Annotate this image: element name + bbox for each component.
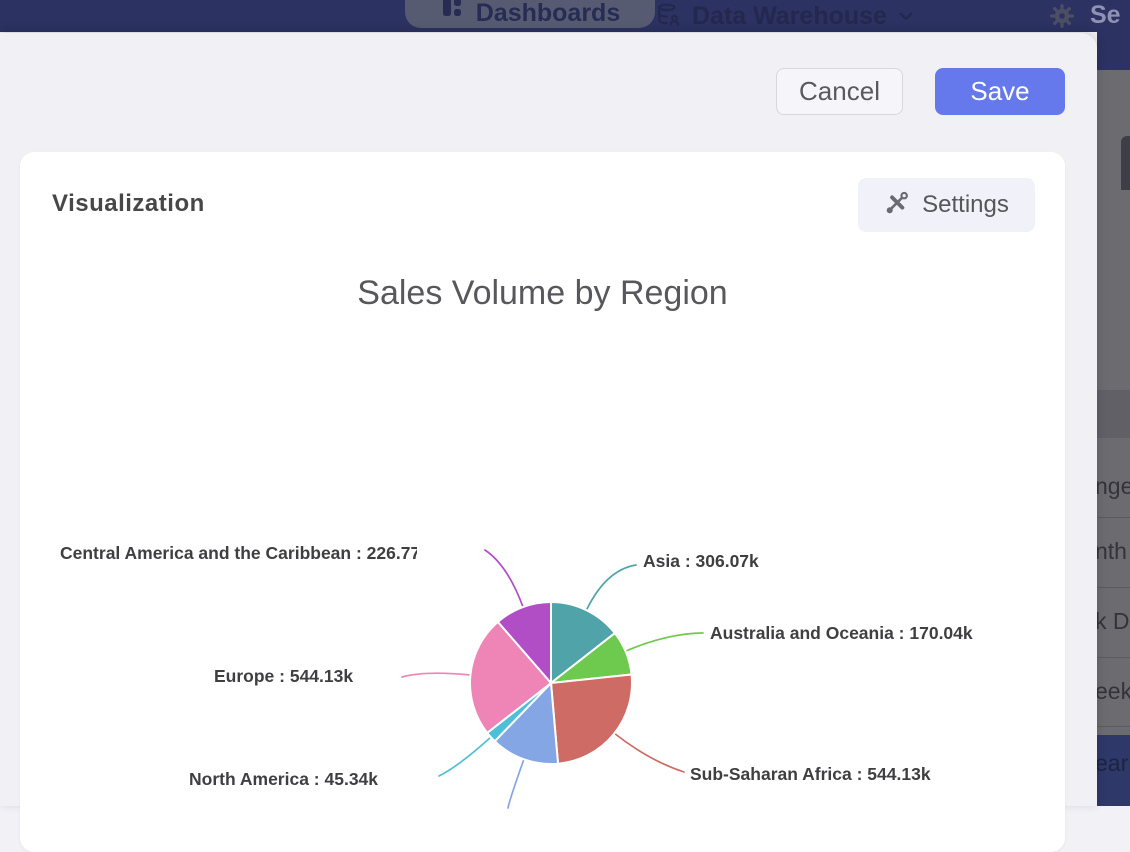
- database-user-icon: [656, 2, 682, 33]
- tab-dashboards-label: Dashboards: [476, 0, 620, 27]
- pie-label: Sub-Saharan Africa : 544.13k: [690, 763, 931, 786]
- edit-visualization-modal: Cancel Save Visualization Settings: [0, 33, 1097, 806]
- menu-item-selected[interactable]: ear: [1097, 735, 1130, 806]
- menu-item-fragment[interactable]: k D: [1097, 608, 1130, 635]
- background-header-strip: [1097, 32, 1130, 70]
- pie-label: Central America and the Caribbean : 226.…: [60, 542, 417, 565]
- pie-label-line: [614, 733, 684, 772]
- menu-item-fragment: ear: [1097, 750, 1128, 777]
- pie-label-line: [626, 633, 703, 651]
- dashboard-icon: [440, 0, 464, 24]
- pie-label-line: [402, 673, 470, 677]
- pie-label-line: [439, 737, 491, 776]
- tab-dashboards[interactable]: Dashboards: [405, 0, 655, 28]
- settings-label-fragment[interactable]: Se: [1090, 0, 1121, 30]
- pie-label-line: [508, 759, 524, 808]
- pie-label: Australia and Oceania : 170.04k: [710, 622, 973, 645]
- pie-slice-sub-saharan-africa[interactable]: [551, 675, 632, 764]
- menu-data-warehouse[interactable]: Data Warehouse: [656, 0, 915, 32]
- menu-divider: [1097, 517, 1130, 518]
- top-app-bar: Dashboards Data Warehouse: [0, 0, 1130, 32]
- gear-icon[interactable]: [1048, 2, 1076, 30]
- cancel-button[interactable]: Cancel: [776, 68, 903, 115]
- menu-item-fragment[interactable]: nge: [1097, 473, 1130, 500]
- chevron-down-icon: [897, 7, 915, 30]
- chart-area: Sales Volume by Region Asia : 306.07kAus…: [20, 152, 1065, 852]
- pie-chart-svg: [20, 152, 1065, 852]
- menu-item-fragment[interactable]: nth: [1097, 538, 1127, 565]
- menu-divider: [1097, 587, 1130, 588]
- pie-label: Asia : 306.07k: [643, 550, 759, 573]
- background-dark-panel: [1121, 136, 1130, 190]
- pie-label: Europe : 544.13k: [214, 665, 353, 688]
- menu-divider: [1097, 726, 1130, 727]
- pie-label-line: [587, 565, 637, 610]
- pie-label: North America : 45.34k: [189, 768, 378, 791]
- menu-divider: [1097, 657, 1130, 658]
- dimmed-background-sliver: nge nth k D eek ear: [1097, 32, 1130, 806]
- menu-item-fragment[interactable]: eek: [1097, 678, 1130, 705]
- pie-label-line: [485, 550, 523, 607]
- menu-data-warehouse-label: Data Warehouse: [692, 1, 887, 31]
- visualization-card: Visualization Settings Sales Volume by: [20, 152, 1065, 852]
- save-button[interactable]: Save: [935, 68, 1065, 115]
- background-table-band: [1097, 390, 1130, 438]
